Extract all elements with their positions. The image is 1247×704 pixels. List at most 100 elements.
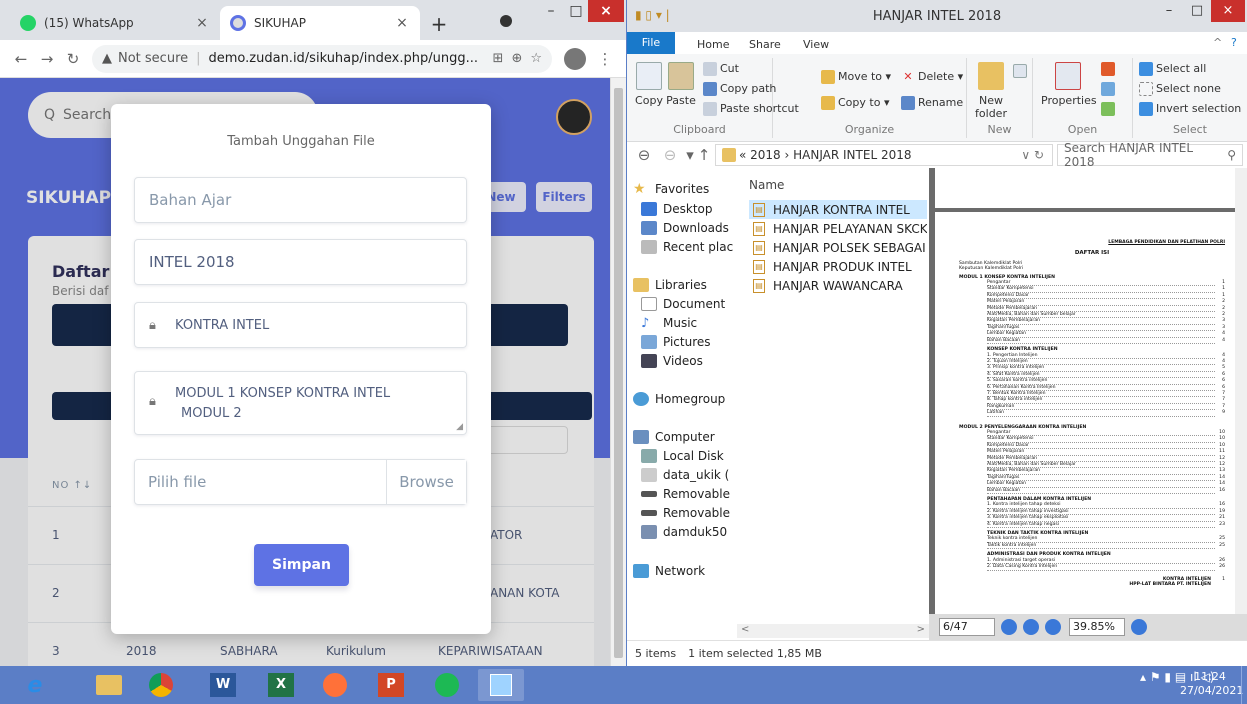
file-explorer-icon[interactable] (86, 669, 132, 701)
tab-file[interactable]: File (627, 32, 675, 54)
nav-documents[interactable]: Document (641, 297, 725, 311)
copy-path-button[interactable]: Copy path (703, 82, 776, 96)
word-icon[interactable]: W (200, 669, 246, 701)
file-item[interactable]: ▤HANJAR POLSEK SEBAGAI BASI (749, 238, 927, 257)
translate-icon[interactable]: ⊞ (493, 51, 504, 66)
nav-data-ukik[interactable]: data_ukik ( (641, 468, 729, 482)
nav-libraries[interactable]: Libraries (633, 278, 707, 292)
nav-homegroup[interactable]: Homegroup (633, 392, 725, 406)
select-none-button[interactable]: Select none (1139, 82, 1221, 96)
edit-button[interactable] (1101, 82, 1118, 96)
delete-button[interactable]: ✕ Delete ▾ (901, 70, 963, 84)
nav-music[interactable]: ♪ Music (641, 316, 697, 331)
file-item[interactable]: ▤ HANJAR PRODUK INTEL (749, 257, 927, 276)
horizontal-scrollbar[interactable]: < > (737, 624, 929, 638)
tab-share[interactable]: Share (749, 36, 781, 51)
forward-icon[interactable]: ⊖ (657, 146, 683, 164)
preview-scrollbar[interactable] (1235, 168, 1247, 640)
maximize-button[interactable]: □ (563, 0, 589, 22)
nav-downloads[interactable]: Downloads (641, 221, 729, 235)
close-tab-icon[interactable]: × (394, 15, 410, 31)
collapse-ribbon-icon[interactable]: ^ (1213, 36, 1222, 49)
close-tab-icon[interactable]: × (194, 15, 210, 31)
move-to-button[interactable]: Move to ▾ (821, 70, 891, 84)
forward-icon[interactable]: → (34, 50, 60, 68)
nav-removable-2[interactable]: Removable (641, 506, 730, 520)
up-icon[interactable]: ↑ (697, 146, 711, 164)
omnibox[interactable]: ▲ Not secure | demo.zudan.id/sikuhap/ind… (92, 44, 552, 73)
nav-recent[interactable]: Recent plac (641, 240, 733, 254)
profile-avatar[interactable] (564, 47, 586, 70)
column-header-name[interactable]: Name (749, 178, 784, 192)
firefox-icon[interactable] (312, 669, 358, 701)
close-window-button[interactable]: × (1211, 0, 1245, 22)
paste-button[interactable]: Paste (661, 62, 701, 107)
help-icon[interactable]: ? (1231, 36, 1237, 49)
new-tab-button[interactable]: + (428, 12, 450, 36)
explorer-search-input[interactable]: Search HANJAR INTEL 2018 ⚲ (1057, 141, 1243, 169)
chrome-icon[interactable] (138, 669, 184, 701)
maximize-button[interactable]: □ (1183, 0, 1211, 22)
clock[interactable]: 11:24 27/04/2021 (1180, 670, 1243, 698)
minimize-button[interactable]: – (1155, 0, 1183, 22)
refresh-icon[interactable]: ∨ ↻ (1021, 148, 1044, 162)
tab-home[interactable]: Home (697, 36, 729, 51)
folder-field[interactable]: INTEL 2018 (134, 239, 467, 285)
powerpoint-icon[interactable]: P (368, 669, 414, 701)
reload-icon[interactable]: ↻ (60, 50, 86, 68)
close-window-button[interactable]: × (588, 0, 624, 22)
zoom-out-icon[interactable] (1131, 619, 1147, 635)
description-textarea[interactable]: 🔒︎ MODUL 1 KONSEP KONTRA INTEL MODUL 2 ◢ (134, 371, 467, 435)
open-button[interactable] (1101, 62, 1118, 76)
cut-button[interactable]: Cut (703, 62, 739, 76)
minimize-button[interactable]: – (538, 0, 564, 22)
resize-handle-icon[interactable]: ◢ (456, 422, 463, 432)
select-all-button[interactable]: Select all (1139, 62, 1206, 76)
star-icon[interactable]: ☆ (530, 51, 542, 66)
browse-button[interactable]: Browse (386, 460, 466, 504)
internet-explorer-icon[interactable]: e (12, 669, 58, 701)
file-item[interactable]: ▤HANJAR PELAYANAN SKCK DA (749, 219, 927, 238)
tab-sikuhap[interactable]: SIKUHAP × (220, 6, 420, 40)
zoom-in-icon[interactable] (1045, 619, 1061, 635)
recent-locations-icon[interactable]: ▾ (683, 146, 697, 164)
page-number-input[interactable]: 6/47 (939, 618, 995, 636)
file-input[interactable]: Pilih file Browse (134, 459, 467, 505)
nav-desktop[interactable]: Desktop (641, 202, 713, 216)
page-down-icon[interactable] (1023, 619, 1039, 635)
file-item-selected[interactable]: ▤ HANJAR KONTRA INTEL (749, 200, 927, 219)
tab-view[interactable]: View (803, 36, 829, 51)
file-item[interactable]: ▤ HANJAR WAWANCARA (749, 276, 927, 295)
nav-damduk[interactable]: damduk50 (641, 525, 727, 539)
page-up-icon[interactable] (1001, 619, 1017, 635)
chrome-menu-dot-icon[interactable] (500, 15, 512, 27)
copy-to-button[interactable]: Copy to ▾ (821, 96, 889, 110)
new-folder-button[interactable]: New folder (971, 62, 1011, 120)
properties-button[interactable]: Properties (1041, 62, 1097, 107)
nav-network[interactable]: Network (633, 564, 705, 578)
tab-whatsapp[interactable]: (15) WhatsApp × (10, 6, 220, 40)
history-button[interactable] (1101, 102, 1118, 116)
zoom-icon[interactable]: ⊕ (511, 51, 522, 66)
menu-icon[interactable]: ⋮ (592, 50, 618, 68)
control-panel-icon[interactable] (478, 669, 524, 701)
back-icon[interactable]: ← (8, 50, 34, 68)
page-scrollbar[interactable] (610, 78, 626, 666)
invert-selection-button[interactable]: Invert selection (1139, 102, 1241, 116)
nav-pictures[interactable]: Pictures (641, 335, 711, 349)
bahan-ajar-field[interactable]: Bahan Ajar (134, 177, 467, 223)
zoom-input[interactable]: 39.85% (1069, 618, 1125, 636)
rename-button[interactable]: Rename (901, 96, 963, 110)
spotify-icon[interactable] (424, 669, 470, 701)
nav-computer[interactable]: Computer (633, 430, 715, 444)
nav-local-disk[interactable]: Local Disk (641, 449, 724, 463)
nav-removable-1[interactable]: Removable (641, 487, 730, 501)
nav-favorites[interactable]: ★ Favorites (633, 182, 709, 196)
nav-videos[interactable]: Videos (641, 354, 703, 368)
show-desktop-button[interactable] (1241, 666, 1247, 704)
excel-icon[interactable]: X (258, 669, 304, 701)
breadcrumb[interactable]: « 2018 › HANJAR INTEL 2018 ∨ ↻ (715, 144, 1053, 166)
back-icon[interactable]: ⊖ (631, 146, 657, 164)
save-button[interactable]: Simpan (254, 544, 349, 586)
new-item-icon[interactable] (1013, 64, 1030, 78)
